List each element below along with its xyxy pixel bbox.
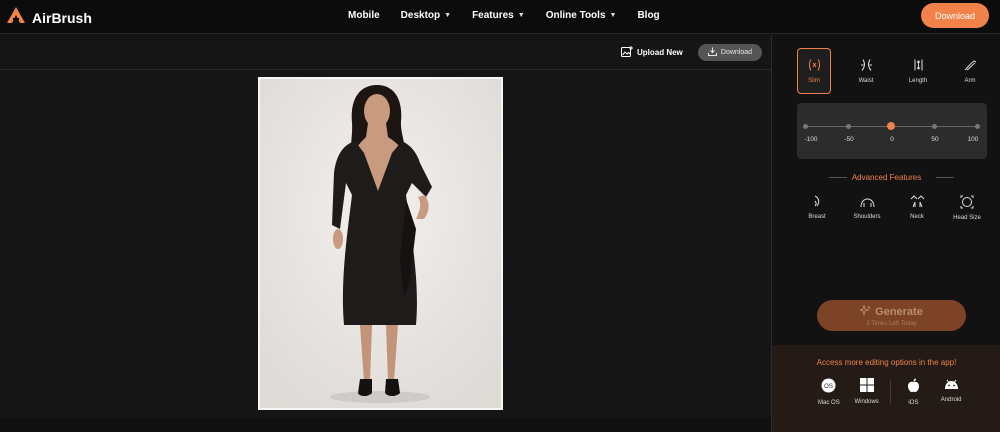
upload-new-button[interactable]: Upload New [621,46,683,59]
macos-icon: OS [821,378,836,395]
chevron-down-icon: ▼ [609,12,617,19]
tool-tab-length[interactable]: Length [901,48,935,94]
generate-button[interactable]: Generate 3 Times Left Today [817,300,966,331]
download-icon [707,47,717,58]
adv-tool-shoulders[interactable]: Shoulders [847,195,887,221]
header-download-button[interactable]: Download [921,3,989,28]
slider-tick-label: 50 [931,136,939,143]
nav-mobile[interactable]: Mobile [348,10,380,21]
adv-tool-neck[interactable]: Neck [897,195,937,221]
slider-tick-label: 100 [967,136,979,143]
divider [889,380,891,404]
app-promo-text: Access more editing options in the app! [816,358,957,367]
slider-tick [846,124,851,129]
chevron-down-icon: ▼ [517,12,525,19]
nav-blog[interactable]: Blog [637,10,659,21]
body-tool-tabs: Slim Waist Length Arm [797,48,987,94]
arm-icon [964,59,977,73]
airbrush-logo-icon [6,6,26,29]
apple-icon [907,378,920,395]
windows-icon [859,378,874,394]
slim-icon [808,58,821,73]
uploaded-photo [258,77,503,410]
tool-tab-slim[interactable]: Slim [797,48,831,94]
app-link-windows[interactable]: Windows [848,378,886,405]
waist-icon [860,58,873,73]
svg-text:OS: OS [825,384,834,390]
canvas-bottom-strip [0,418,771,432]
advanced-features-title: Advanced Features [851,173,922,182]
image-upload-icon [621,46,633,59]
brand-name: AirBrush [32,9,92,26]
slider-thumb[interactable] [887,122,895,130]
adv-tool-breast[interactable]: Breast [797,195,837,221]
tool-tab-arm[interactable]: Arm [953,48,987,94]
nav-features[interactable]: Features ▼ [472,10,525,21]
nav-desktop[interactable]: Desktop ▼ [401,10,451,21]
divider [936,177,954,178]
slider-tick-label: -100 [804,136,818,143]
tool-tab-waist[interactable]: Waist [849,48,883,94]
android-icon [944,378,959,392]
app-link-ios[interactable]: iOS [895,378,933,406]
adv-tool-head-size[interactable]: Head Size [947,195,987,221]
slider-tick [932,124,937,129]
app-link-android[interactable]: Android [932,378,970,403]
length-icon [912,59,925,73]
top-navigation: AirBrush Mobile Desktop ▼ Features ▼ Onlin… [0,0,1000,34]
reshape-panel: Slim Waist Length Arm -100 -50 0 50 100 … [771,35,1000,432]
neck-icon [910,195,925,210]
main-nav: Mobile Desktop ▼ Features ▼ Online Tools ▼ … [348,10,681,21]
advanced-tools: Breast Shoulders Neck Head Size [797,195,987,221]
slider-tick-label: 0 [890,136,894,143]
head-size-icon [960,195,974,211]
sparkle-icon [858,303,872,319]
app-links: OS Mac OS Windows iOS Android [810,378,970,406]
app-link-macos[interactable]: OS Mac OS [810,378,848,406]
woman-in-black-dress-image [260,79,501,408]
breast-icon [811,195,824,210]
slider-tick-label: -50 [844,136,854,143]
slider-tick [803,124,808,129]
canvas-toolbar: Upload New Download [0,35,771,70]
canvas-download-button[interactable]: Download [698,44,762,61]
intensity-slider[interactable]: -100 -50 0 50 100 [797,103,987,159]
brand-logo[interactable]: AirBrush [6,6,92,29]
nav-online-tools[interactable]: Online Tools ▼ [546,10,617,21]
generate-limit-text: 3 Times Left Today [866,320,917,327]
chevron-down-icon: ▼ [444,12,452,19]
slider-tick [975,124,980,129]
app-promo: Access more editing options in the app! … [772,345,1000,432]
shoulders-icon [860,195,875,210]
editor-canvas: Upload New Download [0,35,771,418]
